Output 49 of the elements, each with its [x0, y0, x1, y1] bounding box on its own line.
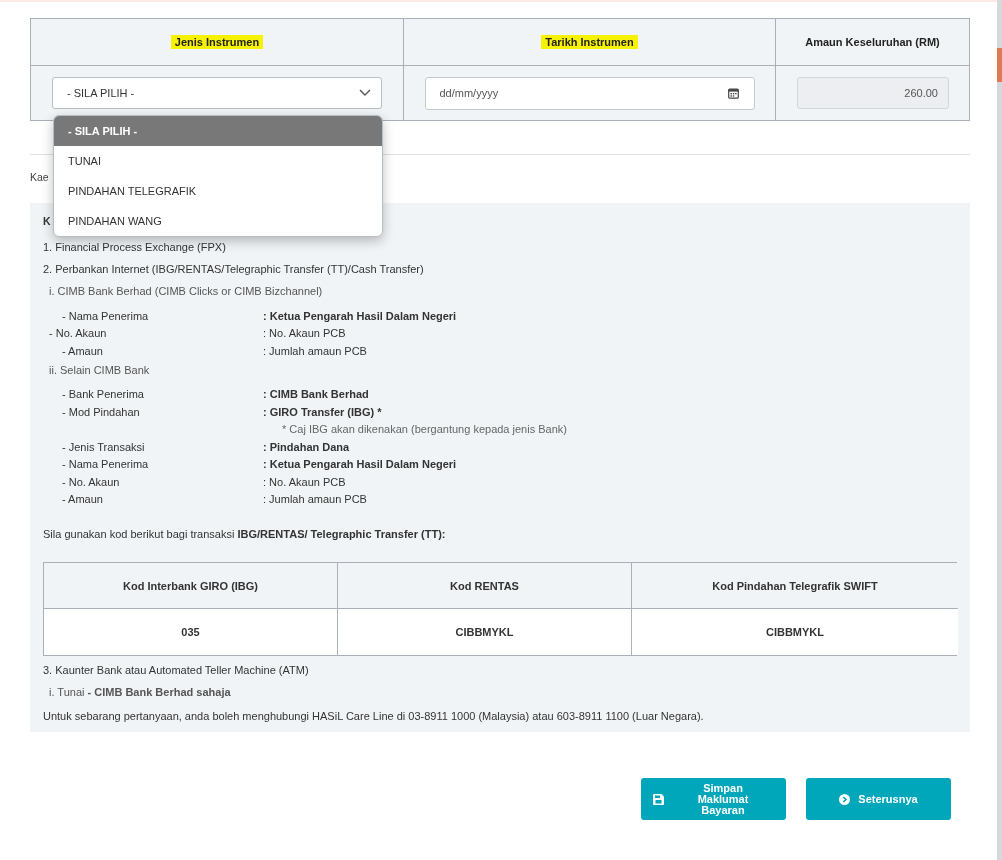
panel-heading: K [43, 215, 51, 227]
sub-item-text: i. Tunai - CIMB Bank Berhad sahaja [49, 686, 232, 698]
info-text: Sila gunakan kod berikut bagi transaksi IBG/RENTAS/ Telegraphic Transfer (TT): [43, 528, 447, 540]
dropdown-option[interactable]: - SILA PILIH - [54, 116, 382, 146]
column-header: Kod Interbank GIRO (IBG) [44, 563, 338, 609]
column-header: Kod Pindahan Telegrafik SWIFT [632, 563, 958, 609]
list-item-text: 1. Financial Process Exchange (FPX) [43, 241, 227, 253]
field-value: : No. Akaun PCB [263, 475, 346, 488]
scrollbar-thumb[interactable] [997, 48, 1002, 82]
field-value: : GIRO Transfer (IBG) * [263, 405, 382, 418]
field-label: - Nama Penerima [61, 458, 150, 471]
dropdown-option[interactable]: PINDAHAN WANG [54, 206, 382, 236]
field-label: - Bank Penerima [61, 388, 145, 401]
field-value: : CIMB Bank Berhad [263, 388, 369, 401]
table-cell: CIBBMYKL [338, 609, 632, 655]
column-header: Kod RENTAS [338, 563, 632, 609]
info-text: Untuk sebarang pertanyaan, anda boleh menghubungi HASiL Care Line di 03-8911 1000 (Malaysia) atau 603-8911 1100 (Luar Negara). [43, 710, 705, 722]
field-value: : Jumlah amaun PCB [263, 493, 367, 506]
table-cell: 035 [44, 609, 338, 655]
field-value: : Pindahan Dana [263, 440, 350, 453]
field-label: - Amaun [61, 493, 104, 506]
sub-item-text: i. CIMB Bank Berhad (CIMB Clicks or CIMB Bizchannel) [49, 285, 324, 297]
dropdown-option[interactable]: TUNAI [54, 146, 382, 176]
instrument-select[interactable]: - SILA PILIH - [52, 77, 382, 109]
field-label: - Jenis Transaksi [61, 440, 146, 453]
column-header: Amaun Keseluruhan (RM) [805, 36, 940, 48]
chevron-down-icon [359, 89, 371, 97]
column-header: Tarikh Instrumen [541, 35, 638, 49]
list-item-text: 2. Perbankan Internet (IBG/RENTAS/Telegraphic Transfer (TT)/Cash Transfer) [43, 263, 425, 275]
field-label: - Nama Penerima [61, 309, 150, 322]
field-label: - No. Akaun [48, 327, 108, 340]
column-header: Jenis Instrumen [170, 35, 264, 49]
calendar-icon [727, 87, 739, 99]
field-label: - Amaun [61, 344, 104, 357]
method-label: Kae [30, 171, 49, 183]
field-value: : No. Akaun PCB [263, 327, 346, 340]
field-value: : Ketua Pengarah Hasil Dalam Negeri [263, 309, 457, 322]
sub-item-text: ii. Selain CIMB Bank [49, 363, 151, 376]
field-value: : Jumlah amaun PCB [263, 344, 367, 357]
note-text: * Caj IBG akan dikenakan (bergantung kepada jenis Bank) [281, 421, 568, 437]
list-item-text: 3. Kaunter Bank atau Automated Teller Machine (ATM) [43, 664, 310, 676]
date-field[interactable]: dd/mm/yyyy [424, 76, 755, 110]
scrollbar[interactable] [997, 0, 1002, 860]
dropdown-option[interactable]: PINDAHAN TELEGRAFIK [54, 176, 382, 206]
field-label: - No. Akaun [61, 475, 121, 488]
field-label: - Mod Pindahan [61, 405, 141, 418]
arrow-circle-icon [839, 793, 851, 805]
table-cell: CIBBMYKL [632, 609, 958, 655]
field-value: : Ketua Pengarah Hasil Dalam Negeri [263, 458, 457, 471]
